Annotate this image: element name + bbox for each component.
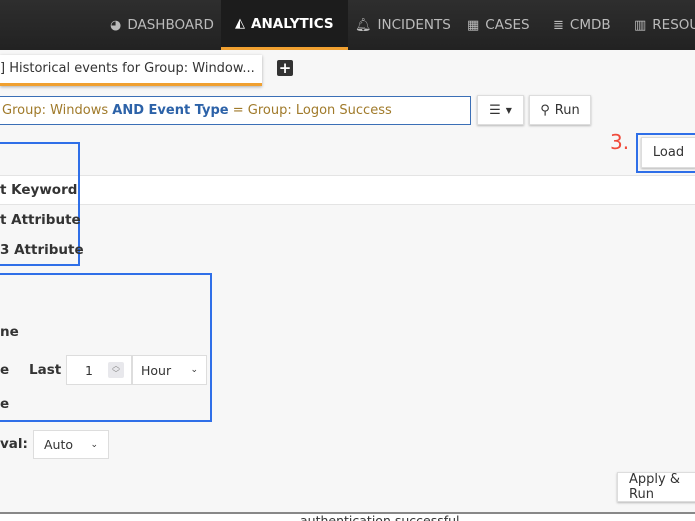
list-options-button[interactable]: ☰ ▼ [477,95,524,125]
filter-option-cmdb-attribute[interactable]: 3 Attribute [0,242,84,258]
highlight-box-time [0,273,212,422]
content-band [0,175,695,205]
step-number: 3. [610,130,630,154]
results-row: authentication successful [0,512,695,521]
nav-dashboard[interactable]: ◕ DASHBOARD [110,0,214,50]
dashboard-icon: ◕ [110,17,122,33]
area-chart-icon: ◭ [235,16,245,31]
top-nav: ◕ DASHBOARD ◭ ANALYTICS 🔔︎ INCIDENTS ▦ CASES… [0,0,695,50]
search-input[interactable]: Group: Windows AND Event Type = Group: L… [0,96,471,125]
bell-icon: 🔔︎ [355,17,372,33]
run-button[interactable]: ⚲ Run [529,95,591,125]
nav-incidents[interactable]: 🔔︎ INCIDENTS [355,0,451,50]
time-option-relative[interactable]: e [0,362,9,378]
list-icon: ☰ [489,102,501,118]
caret-down-icon: ▼ [505,105,512,115]
stepper-arrows-icon[interactable]: ︿ ﹀ [108,362,124,378]
load-button[interactable]: Load [641,137,695,168]
chevron-down-icon: ⌄ [190,365,198,375]
time-option-1[interactable]: ne [0,324,19,340]
query-tab[interactable]: ] Historical events for Group: Window... [0,55,262,86]
database-icon: ≣ [553,17,564,33]
nav-cases[interactable]: ▦ CASES [467,0,530,50]
last-label: Last [29,362,62,378]
interval-label: val: [0,436,28,452]
nav-analytics[interactable]: ◭ ANALYTICS [221,0,348,50]
bar-chart-icon: ▥ [634,17,647,33]
filter-option-keyword[interactable]: t Keyword [0,182,77,198]
time-unit-select[interactable]: Hour ⌄ [132,355,207,385]
archive-icon: ▦ [467,17,480,33]
filter-option-event-attribute[interactable]: t Attribute [0,212,81,228]
apply-run-button[interactable]: Apply & Run [617,472,695,502]
add-tab-icon[interactable]: + [277,60,293,76]
nav-resources[interactable]: ▥ RESOU [634,0,695,50]
time-option-3[interactable]: e [0,396,9,412]
search-icon: ⚲ [540,102,550,118]
nav-cmdb[interactable]: ≣ CMDB [553,0,611,50]
chevron-down-icon: ⌄ [90,439,98,450]
interval-select[interactable]: Auto ⌄ [33,430,109,459]
